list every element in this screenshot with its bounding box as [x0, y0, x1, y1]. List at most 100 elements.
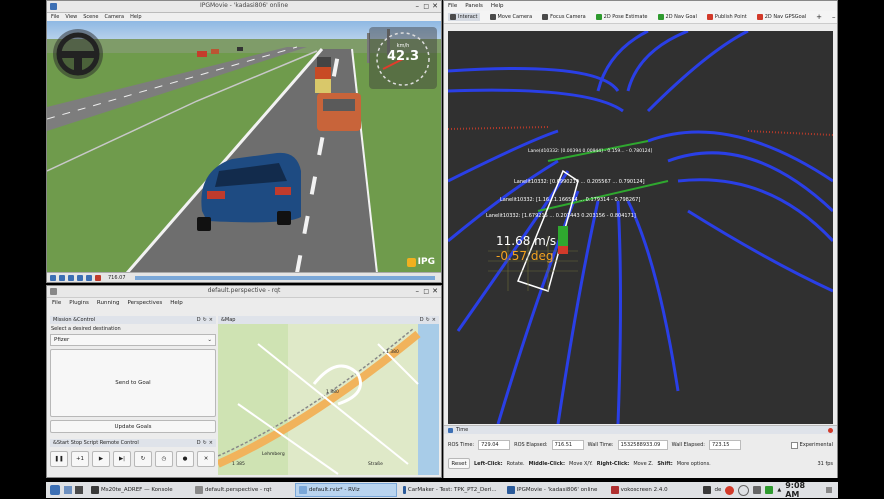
pager-icon[interactable] [63, 486, 72, 494]
volume-icon[interactable] [753, 486, 762, 494]
nav-goal-tool[interactable]: 2D Nav Goal [657, 14, 697, 20]
rqt-menu-running[interactable]: Running [97, 300, 120, 306]
menu-help[interactable]: Help [130, 14, 141, 20]
dock-help-icon[interactable]: D [420, 317, 424, 323]
stop-tray-icon[interactable] [738, 484, 750, 496]
pause-icon[interactable]: ❚❚ [50, 451, 68, 467]
experimental-label: Experimental [799, 442, 833, 448]
rewind-button[interactable] [50, 274, 56, 281]
send-to-goal-button[interactable]: Send to Goal [50, 349, 216, 417]
start-menu-icon[interactable] [50, 485, 60, 495]
wall-elapsed-field: 723.15 [708, 440, 741, 450]
panel-close-icon[interactable] [828, 427, 833, 433]
hint-right-key: Right-Click: [596, 460, 630, 467]
stop-button[interactable] [68, 274, 74, 281]
tray-app-icon[interactable] [702, 486, 711, 494]
rviz-menu-panels[interactable]: Panels [465, 3, 483, 9]
task-rqt[interactable]: default.perspective - rqt [191, 483, 293, 497]
record-button[interactable] [95, 274, 101, 281]
remove-tool-icon[interactable]: – [832, 13, 836, 21]
focus-camera-tool[interactable]: Focus Camera [542, 14, 586, 20]
maximize-icon[interactable]: □ [423, 288, 429, 295]
task-vokoscreen[interactable]: vokoscreen 2.4.0 [607, 483, 701, 497]
terminal-launcher-icon[interactable] [74, 486, 83, 494]
dock-close-icon[interactable]: × [209, 440, 213, 446]
pose-estimate-tool[interactable]: 2D Pose Estimate [595, 14, 648, 20]
task-label: Ms20te_ADREF — Konsole [100, 487, 173, 493]
hint-shift-text: More options. [676, 460, 711, 467]
task-rviz[interactable]: default.rviz* - RViz [294, 483, 397, 497]
record-icon[interactable]: ● [176, 451, 194, 467]
menu-view[interactable]: View [65, 14, 77, 20]
destination-value: Pfizer [54, 337, 70, 343]
move-camera-tool[interactable]: Move Camera [489, 14, 532, 20]
menu-camera[interactable]: Camera [105, 14, 125, 20]
maximize-icon[interactable]: □ [423, 3, 429, 10]
record-tray-icon[interactable] [725, 485, 735, 495]
ipgmovie-window: IPGMovie - 'kadasi806' online – □ ✕ File… [46, 0, 442, 283]
task-konsole[interactable]: Ms20te_ADREF — Konsole [87, 483, 189, 497]
rqt-menu-perspectives[interactable]: Perspectives [127, 300, 162, 306]
hint-middle-text: Move X/Y. [569, 460, 593, 467]
show-desktop-icon[interactable] [825, 487, 832, 493]
ipg-logo: IPG [406, 257, 435, 267]
dock-close-icon[interactable]: × [209, 317, 213, 323]
add-tool-icon[interactable]: + [816, 13, 822, 21]
task-label: vokoscreen 2.4.0 [620, 487, 668, 493]
dock-help-icon[interactable]: D [197, 317, 201, 323]
mission-control-header: Mission &Control D ↻ × [50, 316, 216, 324]
menu-scene[interactable]: Scene [83, 14, 98, 20]
update-goals-button[interactable]: Update Goals [50, 420, 216, 433]
dock-reload-icon[interactable]: ↻ [426, 317, 430, 323]
destination-select[interactable]: Pfizer ⌄ [50, 334, 216, 346]
experimental-toggle[interactable]: Experimental [790, 441, 833, 449]
publish-point-tool[interactable]: Publish Point [706, 14, 747, 20]
dock-close-icon[interactable]: × [432, 317, 436, 323]
play-button[interactable] [77, 274, 83, 281]
rviz-menu-file[interactable]: File [448, 3, 457, 9]
menu-file[interactable]: File [51, 14, 59, 20]
clock[interactable]: 9:08 AM [785, 481, 822, 499]
map-road-label: 1 385 [232, 462, 245, 467]
dock-reload-icon[interactable]: ↻ [203, 440, 207, 446]
chevron-up-icon[interactable]: ▲ [777, 487, 781, 493]
heading-overlay: -0.57 deg [496, 249, 554, 263]
rviz-menu-help[interactable]: Help [491, 3, 504, 9]
rqt-menu-plugins[interactable]: Plugins [69, 300, 89, 306]
rqt-menu-file[interactable]: File [52, 300, 61, 306]
minimize-icon[interactable]: – [416, 288, 420, 295]
experimental-checkbox[interactable] [790, 441, 798, 449]
skip-forward-icon[interactable]: ▶| [113, 451, 131, 467]
rqt-titlebar[interactable]: default.perspective - rqt – □ ✕ [47, 286, 441, 298]
step-forward-button[interactable] [86, 274, 92, 281]
restart-icon[interactable]: ↻ [134, 451, 152, 467]
minimize-icon[interactable]: – [416, 3, 420, 10]
dock-help-icon[interactable]: D [197, 440, 201, 446]
rviz-3d-viewport[interactable]: Lane(d10332: [0.00394 0.00944] - 0.159..… [448, 31, 833, 424]
interact-tool[interactable]: Interact [448, 13, 480, 21]
close-icon[interactable]: ✕ [432, 2, 438, 10]
hint-middle-key: Middle-Click: [528, 460, 565, 467]
close-icon[interactable]: ✕ [432, 287, 438, 295]
task-ipgmovie[interactable]: IPGMovie - 'kadasi806' online [503, 483, 605, 497]
timeline-slider[interactable] [134, 275, 435, 280]
map-view[interactable]: 1 380 1 380 1 385 Lehmberg Straße [218, 324, 439, 475]
keyboard-layout[interactable]: de [715, 487, 722, 493]
rqt-window-title: default.perspective - rqt [207, 287, 281, 294]
shield-icon[interactable] [765, 486, 774, 494]
task-carmaker[interactable]: CarMaker - Test: TPK_PT2_Deri... [399, 483, 501, 497]
timer-icon[interactable]: ◷ [155, 451, 173, 467]
plus-one-icon[interactable]: +1 [71, 451, 89, 467]
ipg-titlebar[interactable]: IPGMovie - 'kadasi806' online – □ ✕ [47, 1, 441, 13]
gps-goal-tool[interactable]: 2D Nav GPSGoal [756, 14, 806, 20]
stop-x-icon[interactable]: ✕ [197, 451, 215, 467]
step-back-button[interactable] [59, 274, 65, 281]
dock-reload-icon[interactable]: ↻ [203, 317, 207, 323]
rqt-menu-help[interactable]: Help [170, 300, 183, 306]
focus-icon [542, 14, 549, 20]
play-icon[interactable]: ▶ [92, 451, 110, 467]
tool-label: 2D Pose Estimate [603, 14, 648, 20]
reset-button[interactable]: Reset [448, 458, 470, 469]
ipgmovie-icon [506, 486, 515, 494]
driving-scene-view[interactable]: km/h 42.3 IPG [47, 21, 441, 273]
